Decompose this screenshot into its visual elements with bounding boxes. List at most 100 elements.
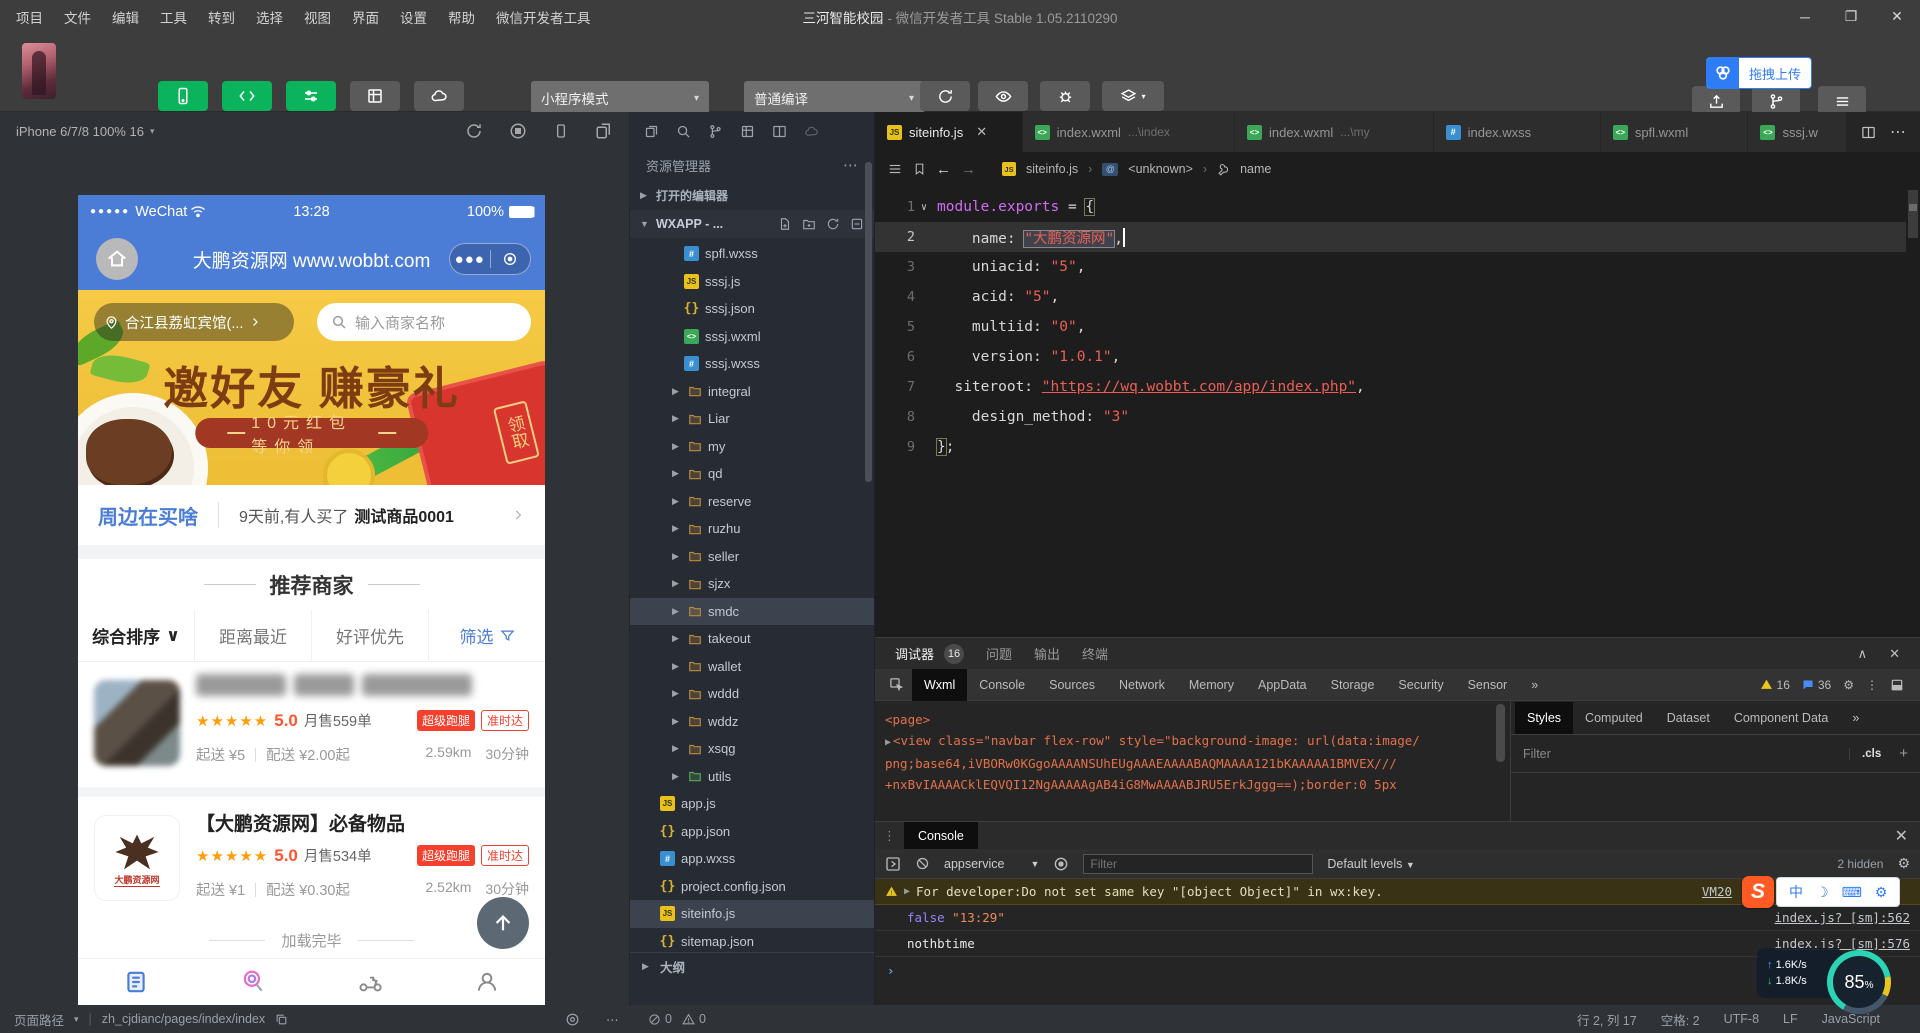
code-line-6[interactable]: 6 version: "1.0.1", bbox=[875, 342, 1920, 372]
more-dots-icon[interactable]: ●●● bbox=[450, 251, 490, 268]
bookmark-icon[interactable] bbox=[913, 162, 926, 176]
tree-item-reserve[interactable]: ▶reserve bbox=[630, 488, 874, 516]
code-line-3[interactable]: 3 uniacid: "5", bbox=[875, 252, 1920, 282]
dock-side-icon[interactable] bbox=[1890, 678, 1904, 692]
tree-item-wallet[interactable]: ▶wallet bbox=[630, 653, 874, 681]
nearby-purchases-bar[interactable]: 周边在买啥 9天前,有人买了 测试商品0001 bbox=[78, 485, 545, 545]
new-file-icon[interactable] bbox=[778, 217, 792, 231]
close-drawer-icon[interactable]: ✕ bbox=[1895, 826, 1920, 846]
project-root-item[interactable]: ▼WXAPP - ... bbox=[630, 210, 874, 238]
tree-item-qd[interactable]: ▶qd bbox=[630, 460, 874, 488]
open-editors-section[interactable]: ▶打开的编辑器 bbox=[630, 182, 874, 208]
console-filter-input[interactable] bbox=[1083, 854, 1313, 874]
source-link[interactable]: index.js? [sm]:562 bbox=[1775, 910, 1910, 925]
styles-tab-Computed[interactable]: Computed bbox=[1573, 702, 1655, 734]
编辑器-button[interactable] bbox=[222, 81, 272, 111]
tree-item-xsqg[interactable]: ▶xsqg bbox=[630, 735, 874, 763]
stop-sim-icon[interactable] bbox=[509, 122, 527, 140]
multi-device-icon[interactable] bbox=[595, 122, 613, 140]
mode-dropdown[interactable]: 小程序模式▾ bbox=[531, 81, 709, 115]
page-path-label[interactable]: 页面路径 bbox=[14, 1010, 64, 1029]
code-line-5[interactable]: 5 multiid: "0", bbox=[875, 312, 1920, 342]
panel-tab-输出[interactable]: 输出 bbox=[1034, 644, 1060, 663]
tree-item-app.js[interactable]: JSapp.js bbox=[630, 790, 874, 818]
merchant-card[interactable]: ★★★★★5.0月售559单超级跑腿准时达起送 ¥5配送 ¥2.00起2.59k… bbox=[78, 662, 545, 787]
tree-item-sitemap.json[interactable]: {}sitemap.json bbox=[630, 928, 874, 951]
battery-gauge[interactable]: 85% bbox=[1827, 950, 1891, 1014]
menu-item-工具[interactable]: 工具 bbox=[160, 7, 187, 27]
tree-item-wddz[interactable]: ▶wddz bbox=[630, 708, 874, 736]
warnings-icon[interactable]: 0 bbox=[682, 1012, 706, 1026]
tree-item-sssj.js[interactable]: JSsssj.js bbox=[630, 268, 874, 296]
fold-icon[interactable]: ∨ bbox=[921, 202, 937, 213]
tree-item-smdc[interactable]: ▶smdc bbox=[630, 598, 874, 626]
menu-item-界面[interactable]: 界面 bbox=[352, 7, 379, 27]
tree-item-sssj.json[interactable]: {}sssj.json bbox=[630, 295, 874, 323]
refresh-sim-icon[interactable] bbox=[465, 122, 483, 140]
devtools-tab-Memory[interactable]: Memory bbox=[1177, 669, 1246, 701]
search-icon[interactable] bbox=[676, 124, 691, 139]
context-selector[interactable]: appservice▼ bbox=[944, 857, 1039, 871]
preview-eye-icon[interactable] bbox=[565, 1012, 580, 1027]
status-item[interactable]: JavaScript bbox=[1822, 1012, 1880, 1026]
调试器-button[interactable] bbox=[286, 81, 336, 111]
promo-banner[interactable]: 领取 合江县荔虹宾馆(... 输入商家名称 邀好友 赚豪礼 10元红包等你领 bbox=[78, 290, 545, 485]
collapse-panel-icon[interactable]: ∧ bbox=[1858, 646, 1868, 662]
tree-item-wddd[interactable]: ▶wddd bbox=[630, 680, 874, 708]
status-item[interactable]: 空格: 2 bbox=[1661, 1010, 1700, 1029]
styles-tab-Dataset[interactable]: Dataset bbox=[1655, 702, 1722, 734]
devtools-tab-Sources[interactable]: Sources bbox=[1037, 669, 1107, 701]
log-levels-dropdown[interactable]: Default levels ▼ bbox=[1327, 857, 1414, 871]
menu-item-转到[interactable]: 转到 bbox=[208, 7, 235, 27]
outline-section[interactable]: ▶大纲 bbox=[630, 952, 874, 980]
statusbar-more-icon[interactable]: ⋯ bbox=[606, 1012, 619, 1027]
tab-sweets[interactable] bbox=[195, 959, 312, 1005]
filter-筛选[interactable]: 筛选 bbox=[429, 610, 545, 661]
breadcrumb-file[interactable]: siteinfo.js bbox=[1026, 162, 1078, 176]
tab-orders[interactable] bbox=[78, 959, 195, 1005]
nav-forward-icon[interactable]: → bbox=[961, 161, 976, 178]
styles-more-icon[interactable]: » bbox=[1840, 702, 1871, 734]
真机调试-button[interactable] bbox=[1040, 81, 1090, 111]
tree-item-Liar[interactable]: ▶Liar bbox=[630, 405, 874, 433]
extensions-icon[interactable] bbox=[740, 124, 755, 139]
back-to-top-button[interactable] bbox=[477, 897, 529, 949]
location-pill[interactable]: 合江县荔虹宾馆(... bbox=[94, 303, 294, 341]
devtools-tab-Sensor[interactable]: Sensor bbox=[1456, 669, 1520, 701]
eager-eval-icon[interactable] bbox=[885, 856, 901, 872]
filter-距离最近[interactable]: 距离最近 bbox=[195, 610, 312, 661]
nav-back-icon[interactable]: ← bbox=[936, 161, 951, 178]
cloud-icon[interactable] bbox=[804, 124, 819, 139]
errors-icon[interactable]: 0 bbox=[648, 1012, 672, 1026]
code-line-4[interactable]: 4 acid: "5", bbox=[875, 282, 1920, 312]
compile-dropdown[interactable]: 普通编译▾ bbox=[744, 81, 924, 115]
editor-tab-siteinfo.js[interactable]: JSsiteinfo.js✕ bbox=[875, 112, 1023, 152]
avatar[interactable] bbox=[22, 43, 56, 99]
menu-item-项目[interactable]: 项目 bbox=[16, 7, 43, 27]
merchant-card[interactable]: 大鹏资源网【大鹏资源网】必备物品★★★★★5.0月售534单超级跑腿准时达起送 … bbox=[78, 797, 545, 922]
add-style-icon[interactable]: + bbox=[1893, 745, 1908, 762]
tree-item-sssj.wxml[interactable]: <>sssj.wxml bbox=[630, 323, 874, 351]
status-item[interactable]: UTF-8 bbox=[1724, 1012, 1759, 1026]
云开发-button[interactable] bbox=[414, 81, 464, 111]
breadcrumb-node[interactable]: <unknown> bbox=[1128, 162, 1193, 176]
maximize-button[interactable]: ❐ bbox=[1828, 0, 1874, 33]
styles-tab-Styles[interactable]: Styles bbox=[1515, 702, 1573, 734]
expand-arrow-icon[interactable]: ▶ bbox=[904, 886, 910, 897]
filter-综合排序[interactable]: 综合排序∨ bbox=[78, 610, 195, 661]
capsule-circle-icon[interactable] bbox=[491, 251, 531, 267]
wxml-line[interactable]: png;base64,iVBORw0KGgoAAAANSUhEUgAAAEAAA… bbox=[885, 753, 1506, 774]
console-drawer-tab[interactable]: Console bbox=[904, 822, 978, 850]
drawer-kebab-icon[interactable]: ⋮ bbox=[875, 828, 904, 844]
可视化-button[interactable] bbox=[350, 81, 400, 111]
menu-item-帮助[interactable]: 帮助 bbox=[448, 7, 475, 27]
rotate-device-icon[interactable] bbox=[553, 122, 569, 140]
tree-item-siteinfo.js[interactable]: JSsiteinfo.js bbox=[630, 900, 874, 928]
menu-item-文件[interactable]: 文件 bbox=[64, 7, 91, 27]
code-line-7[interactable]: 7 siteroot: "https://wq.wobbt.com/app/in… bbox=[875, 372, 1920, 402]
editor-tab-sssj.w[interactable]: <>sssj.w bbox=[1748, 112, 1847, 152]
live-expression-icon[interactable] bbox=[1053, 856, 1069, 872]
wxml-scrollbar[interactable] bbox=[1496, 704, 1505, 762]
status-item[interactable]: 行 2, 列 17 bbox=[1577, 1010, 1637, 1029]
device-selector[interactable]: iPhone 6/7/8 100% 16 bbox=[16, 124, 144, 139]
